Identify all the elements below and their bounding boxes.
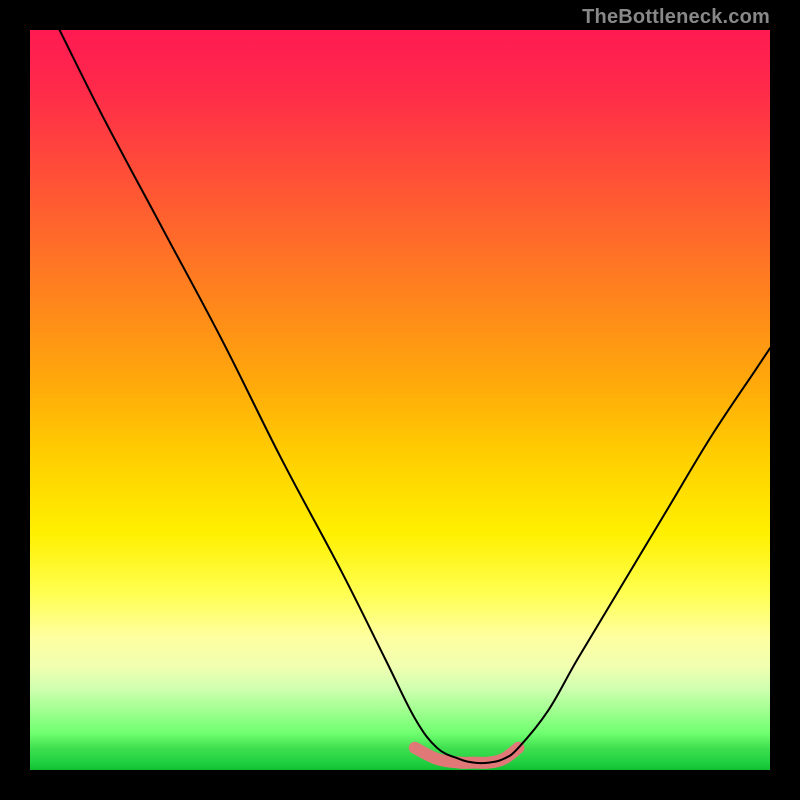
watermark-text: TheBottleneck.com <box>582 6 770 29</box>
chart-svg <box>30 30 770 770</box>
chart-container: TheBottleneck.com <box>0 0 800 800</box>
plot-area <box>30 30 770 770</box>
bottleneck-curve-path <box>60 30 770 763</box>
